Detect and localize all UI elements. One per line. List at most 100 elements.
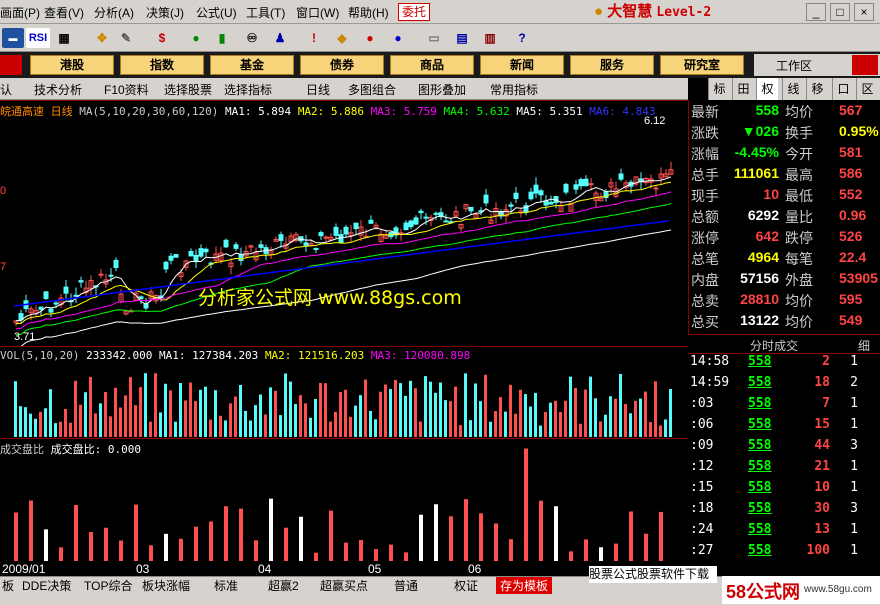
volume-bar (114, 387, 117, 437)
quote-label-2: 均价 (785, 293, 813, 309)
sub-multi-chart[interactable]: 多图组合 (348, 81, 396, 98)
candle-body (333, 226, 339, 236)
ruler-icon[interactable]: ✎ (116, 28, 136, 48)
nav-fund[interactable]: 基金 (210, 55, 294, 75)
menu-tools[interactable]: 工具(T) (246, 4, 285, 21)
rtab-rights[interactable]: 权 (756, 78, 778, 100)
candle-body (198, 248, 204, 257)
rtab-move[interactable]: 移 (806, 78, 828, 100)
menu-formula[interactable]: 公式(U) (196, 4, 237, 21)
dollar-icon[interactable]: $ (152, 28, 172, 48)
sub-confirm[interactable]: 认 (0, 81, 12, 98)
candle-body (168, 255, 174, 261)
rtab-grid[interactable]: 田 (732, 78, 754, 100)
sub-daily[interactable]: 日线 (306, 81, 330, 98)
rtab-box[interactable]: 口 (832, 78, 854, 100)
menu-decision[interactable]: 决策(J) (146, 4, 184, 21)
nav-research[interactable]: 研究室 (660, 55, 744, 75)
nav-news[interactable]: 新闻 (480, 55, 564, 75)
signal-icon[interactable]: ● (186, 28, 206, 48)
rtab-area[interactable]: 区 (856, 78, 878, 100)
printer-icon[interactable]: ▭ (424, 28, 444, 48)
rsi-icon[interactable]: RSI (26, 28, 50, 48)
sub-f10[interactable]: F10资料 (104, 81, 149, 98)
tab-save-template[interactable]: 存为模板 (496, 577, 553, 594)
move-icon[interactable]: ✥ (92, 28, 112, 48)
workspace-label[interactable]: 工作区 (776, 57, 812, 74)
nav-hk-stocks[interactable]: 港股 (30, 55, 114, 75)
menu-view[interactable]: 查看(V) (44, 4, 84, 21)
diamond-icon[interactable]: ◆ (332, 28, 352, 48)
rtab-line[interactable]: 线 (782, 78, 804, 100)
sub-select-indicator[interactable]: 选择指标 (224, 81, 272, 98)
ratio-bar (659, 511, 663, 561)
red-circle-icon[interactable]: ● (360, 28, 380, 48)
ratio-bar (629, 511, 633, 561)
help-cursor-icon[interactable]: ? (512, 28, 532, 48)
volume-bar (639, 398, 642, 437)
candle-body (78, 280, 84, 283)
tab-top[interactable]: TOP综合 (84, 577, 132, 594)
nav-bond[interactable]: 债券 (300, 55, 384, 75)
logo-text: 大智慧 (607, 3, 653, 20)
trade-count: 1 (850, 417, 858, 432)
candle-body (108, 274, 114, 277)
menu-window[interactable]: 窗口(W) (296, 4, 339, 21)
nav-service[interactable]: 服务 (570, 55, 654, 75)
people-icon[interactable]: ♟ (270, 28, 290, 48)
books-icon[interactable]: ▥ (480, 28, 500, 48)
ts-title[interactable]: 分时成交 (750, 337, 798, 354)
menu-help[interactable]: 帮助(H) (348, 4, 389, 21)
binocular-icon[interactable]: ♾ (242, 28, 262, 48)
menu-screen[interactable]: 画面(P) (0, 4, 40, 21)
trade-button[interactable]: 委托 (398, 3, 430, 21)
nav-prev-tab[interactable] (0, 55, 22, 75)
quote-value: 10 (763, 186, 779, 202)
tab-standard[interactable]: 标准 (214, 577, 238, 594)
workspace-close[interactable] (852, 55, 878, 75)
volume-bar (224, 420, 227, 437)
quote-value: 642 (755, 228, 779, 244)
bars-icon[interactable]: ▮ (212, 28, 232, 48)
sub-tech-analysis[interactable]: 技术分析 (34, 81, 82, 98)
sub-common-indicator[interactable]: 常用指标 (490, 81, 538, 98)
kline-chart[interactable] (0, 101, 688, 347)
date-may: 05 (368, 562, 382, 576)
kline-panel[interactable]: 皖通高速 日线 MA(5,10,20,30,60,120) MA1: 5.894… (0, 100, 688, 347)
nav-commodity[interactable]: 商品 (390, 55, 474, 75)
ts-detail[interactable]: 细 (858, 337, 870, 354)
close-button[interactable]: × (854, 3, 874, 21)
blue-circle-icon[interactable]: ● (388, 28, 408, 48)
trade-count: 1 (850, 459, 858, 474)
tab-board[interactable]: 板 (2, 577, 14, 594)
trade-price: 558 (748, 543, 772, 558)
ratio-bar (209, 521, 213, 561)
sub-select-stock[interactable]: 选择股票 (164, 81, 212, 98)
tab-sector[interactable]: 板块涨幅 (142, 577, 190, 594)
ratio-chart[interactable] (0, 439, 688, 563)
ratio-panel[interactable]: 成交盘比 成交盘比: 0.000 (0, 438, 688, 562)
volume-bar (374, 419, 377, 437)
tab-chaoying2[interactable]: 超赢2 (268, 577, 299, 594)
monitor-icon[interactable]: ▬ (2, 28, 24, 48)
nav-index[interactable]: 指数 (120, 55, 204, 75)
tab-dde[interactable]: DDE决策 (22, 577, 71, 594)
rtab-mark[interactable]: 标 (708, 78, 730, 100)
trade-volume: 18 (814, 375, 830, 390)
tab-normal[interactable]: 普通 (394, 577, 418, 594)
alert-icon[interactable]: ! (304, 28, 324, 48)
menu-analysis[interactable]: 分析(A) (94, 4, 134, 21)
minimize-button[interactable]: _ (806, 3, 826, 21)
quote-value: 111061 (733, 165, 779, 181)
window-icon[interactable]: ▤ (452, 28, 472, 48)
promo-banner[interactable]: 股票公式股票软件下载 (589, 566, 717, 583)
tab-chaoying-buy[interactable]: 超赢买点 (320, 577, 368, 594)
trade-count: 3 (850, 501, 858, 516)
ratio-bar (194, 526, 198, 561)
trade-row: :12 558 21 1 (688, 459, 880, 480)
volume-panel[interactable]: VOL(5,10,20) 233342.000 MA1: 127384.203 … (0, 346, 688, 438)
sub-overlay[interactable]: 图形叠加 (418, 81, 466, 98)
tab-warrant[interactable]: 权证 (454, 577, 478, 594)
maximize-button[interactable]: □ (830, 3, 850, 21)
grid-icon[interactable]: ▦ (54, 28, 74, 48)
